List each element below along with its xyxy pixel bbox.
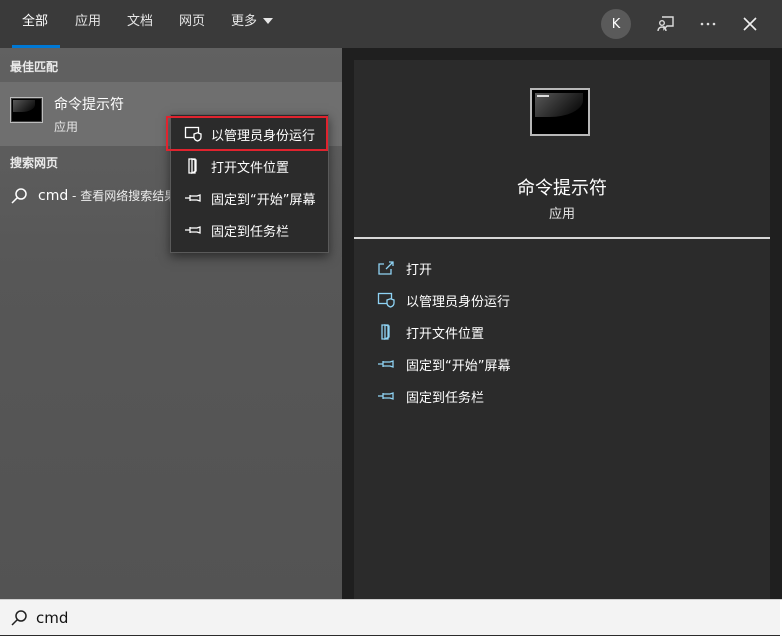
file-location-icon	[376, 322, 396, 342]
best-match-name: 命令提示符	[54, 97, 124, 113]
web-search-text: cmd - 查看网络搜索结果	[38, 187, 170, 204]
search-input[interactable]	[36, 606, 736, 630]
feedback-icon[interactable]	[654, 12, 678, 36]
tab-web[interactable]: 网页	[179, 13, 205, 31]
account-avatar[interactable]: K	[601, 9, 631, 39]
close-icon[interactable]	[738, 12, 762, 36]
action-open-file-location-label: 打开文件位置	[406, 326, 485, 342]
filter-tabs-bar: 全部 应用 文档 网页 更多 K	[0, 0, 782, 48]
file-location-icon	[184, 157, 202, 175]
pin-icon	[376, 354, 396, 374]
context-open-file-location-label: 打开文件位置	[211, 160, 290, 176]
open-icon	[376, 258, 396, 278]
context-open-file-location[interactable]: 打开文件位置	[171, 150, 328, 182]
action-run-as-admin[interactable]: 以管理员身份运行	[376, 288, 736, 312]
pin-icon	[184, 221, 202, 239]
more-options-icon[interactable]	[696, 12, 720, 36]
context-pin-to-start-label: 固定到“开始”屏幕	[211, 192, 316, 208]
web-search-heading: 搜索网页	[10, 156, 59, 170]
action-open-file-location[interactable]: 打开文件位置	[376, 320, 736, 344]
detail-card: 命令提示符 应用 打开 以管理员身份运行 打开文件位置 固定到“开始”屏幕 固定…	[354, 60, 770, 599]
prompt-cursor-bar	[537, 95, 549, 97]
command-prompt-app-icon	[10, 97, 43, 123]
context-pin-to-start[interactable]: 固定到“开始”屏幕	[171, 182, 328, 214]
pin-icon	[376, 386, 396, 406]
detail-title: 命令提示符	[517, 178, 607, 199]
web-search-query: cmd	[38, 188, 69, 204]
search-icon	[11, 610, 27, 626]
shield-window-icon	[376, 290, 396, 310]
best-match-heading: 最佳匹配	[10, 60, 59, 74]
action-pin-to-taskbar-label: 固定到任务栏	[406, 390, 485, 406]
tab-more-label: 更多	[231, 14, 258, 29]
command-prompt-large-icon	[530, 88, 590, 136]
tab-more[interactable]: 更多	[231, 13, 274, 31]
pin-icon	[184, 189, 202, 207]
action-open-label: 打开	[406, 262, 433, 278]
tab-apps[interactable]: 应用	[75, 13, 101, 31]
chevron-down-icon	[263, 17, 274, 24]
action-run-as-admin-label: 以管理员身份运行	[406, 294, 511, 310]
action-pin-to-start[interactable]: 固定到“开始”屏幕	[376, 352, 736, 376]
search-icon	[11, 188, 27, 204]
tab-all[interactable]: 全部	[22, 13, 48, 31]
action-pin-to-taskbar[interactable]: 固定到任务栏	[376, 384, 736, 408]
tab-documents[interactable]: 文档	[127, 13, 153, 31]
context-pin-to-taskbar-label: 固定到任务栏	[211, 224, 290, 240]
search-bar	[0, 599, 782, 636]
highlight-box	[166, 116, 328, 151]
best-match-type: 应用	[54, 120, 79, 134]
web-search-suffix: - 查看网络搜索结果	[68, 189, 170, 203]
detail-type: 应用	[548, 207, 575, 222]
context-pin-to-taskbar[interactable]: 固定到任务栏	[171, 214, 328, 246]
detail-panel: 命令提示符 应用 打开 以管理员身份运行 打开文件位置 固定到“开始”屏幕 固定…	[342, 48, 782, 599]
action-open[interactable]: 打开	[376, 256, 736, 280]
detail-divider	[354, 237, 770, 239]
action-pin-to-start-label: 固定到“开始”屏幕	[406, 358, 511, 374]
